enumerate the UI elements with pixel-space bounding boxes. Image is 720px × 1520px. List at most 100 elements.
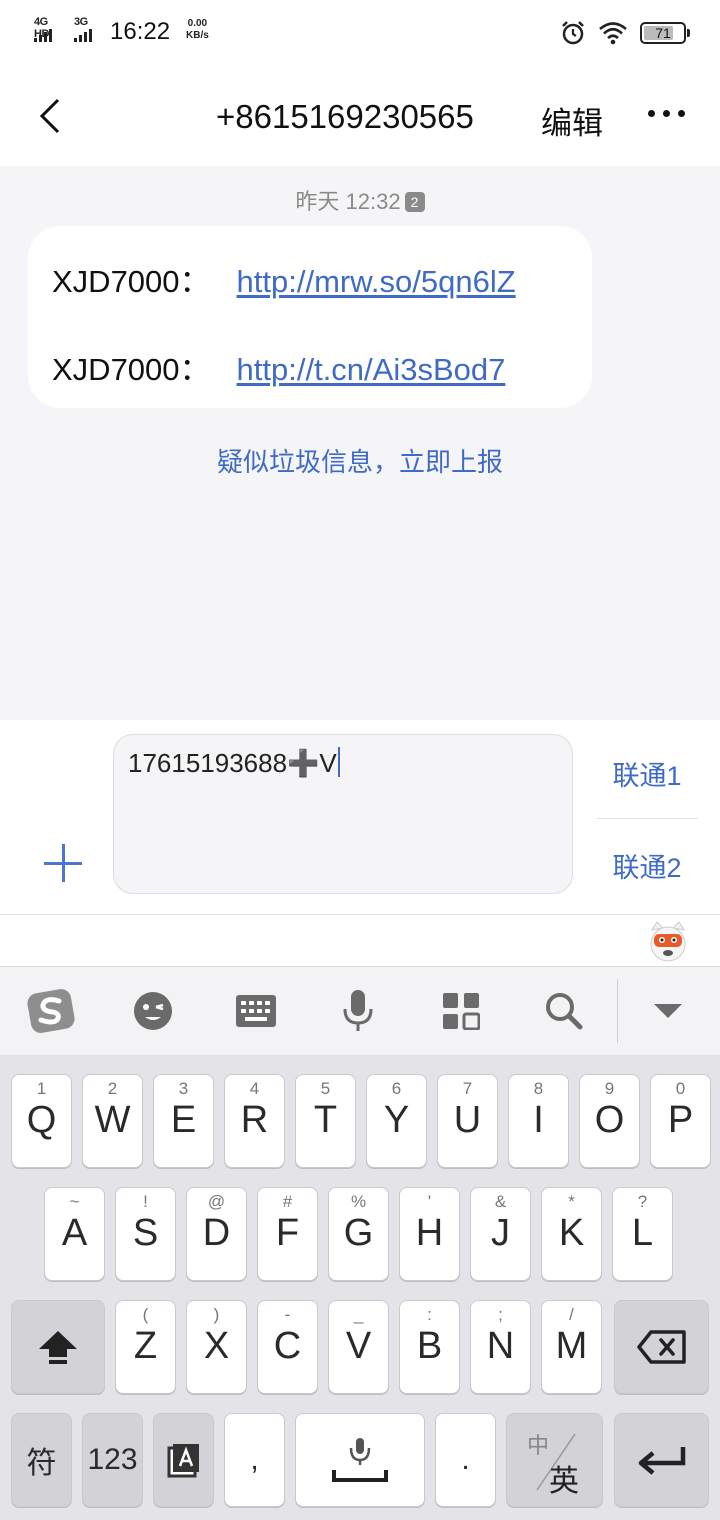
key-p[interactable]: 0P xyxy=(650,1074,711,1168)
key-j[interactable]: & J xyxy=(470,1187,531,1281)
key-a[interactable]: ~ A xyxy=(44,1187,105,1281)
key-x[interactable]: ) X xyxy=(186,1300,247,1394)
voice-input-icon[interactable] xyxy=(334,987,382,1035)
search-icon[interactable] xyxy=(540,987,588,1035)
attach-plus-icon[interactable] xyxy=(44,844,84,884)
contact-phone-number: +8615169230565 xyxy=(216,98,474,135)
key-sub-label: % xyxy=(350,1192,367,1211)
key-sub-label: ) xyxy=(213,1305,220,1324)
key-label: S xyxy=(132,1212,159,1254)
key-o[interactable]: 9O xyxy=(579,1074,640,1168)
key-t[interactable]: 5T xyxy=(295,1074,356,1168)
edit-button[interactable]: 编辑 xyxy=(541,98,603,143)
message-link[interactable]: http://mrw.so/5qn6lZ xyxy=(237,264,516,299)
space-key[interactable] xyxy=(295,1413,425,1507)
key-l[interactable]: ? L xyxy=(612,1187,673,1281)
back-button[interactable] xyxy=(30,92,74,140)
key-f[interactable]: # F xyxy=(257,1187,318,1281)
keyboard-toolbar xyxy=(0,967,720,1055)
clipboard-key[interactable] xyxy=(153,1413,214,1507)
key-label: O xyxy=(594,1099,625,1141)
message-bubble[interactable]: XJD7000： http://mrw.so/5qn6lZ XJD7000： htt… xyxy=(28,226,592,408)
more-options-icon[interactable] xyxy=(648,110,685,117)
key-label: C xyxy=(273,1325,302,1367)
collapse-keyboard-icon[interactable] xyxy=(644,987,692,1035)
key-sub-label: ' xyxy=(427,1192,432,1211)
backspace-icon xyxy=(636,1330,686,1364)
wifi-icon xyxy=(599,22,627,45)
numeric-key[interactable]: 123 xyxy=(82,1413,143,1507)
shift-key[interactable] xyxy=(11,1300,105,1394)
report-spam-link[interactable]: 疑似垃圾信息，立即上报 xyxy=(0,442,720,479)
key-e[interactable]: 3E xyxy=(153,1074,214,1168)
triangle-down-icon xyxy=(654,1004,682,1018)
key-sub-label: ! xyxy=(143,1192,148,1211)
period-key[interactable]: . xyxy=(435,1413,496,1507)
key-b[interactable]: :B xyxy=(399,1300,460,1394)
enter-arrow-icon xyxy=(638,1447,685,1475)
key-sub-label: @ xyxy=(207,1192,226,1211)
key-k[interactable]: * K xyxy=(541,1187,602,1281)
sogou-logo-icon[interactable] xyxy=(27,987,75,1035)
status-bar: 4G HD 3G 16:22 0.00 KB/s 71 xyxy=(0,0,720,66)
backspace-key[interactable] xyxy=(614,1300,709,1394)
keyboard-layout-icon[interactable] xyxy=(232,987,280,1035)
key-v[interactable]: _ V xyxy=(328,1300,389,1394)
key-sub-label: & xyxy=(494,1192,507,1211)
key-s[interactable]: ! S xyxy=(115,1187,176,1281)
enter-key[interactable] xyxy=(614,1413,709,1507)
key-r[interactable]: 4R xyxy=(224,1074,285,1168)
emoji-icon[interactable] xyxy=(129,987,177,1035)
apps-grid-icon[interactable] xyxy=(437,987,485,1035)
key-i[interactable]: 8I xyxy=(508,1074,569,1168)
network-type-label-2: 3G xyxy=(74,16,88,28)
network-speed-value: 0.00 xyxy=(187,18,208,29)
key-z[interactable]: (Z xyxy=(115,1300,176,1394)
key-label: I xyxy=(533,1099,544,1141)
battery-level: 71 xyxy=(655,25,671,41)
network-speed: 0.00 KB/s xyxy=(186,18,209,42)
language-switch-key[interactable]: 中 英 xyxy=(506,1413,603,1507)
comma-key[interactable]: , xyxy=(224,1413,285,1507)
timestamp-text: 昨天 12:32 xyxy=(295,189,401,214)
key-q[interactable]: 1Q xyxy=(11,1074,72,1168)
key-sub-label: - xyxy=(284,1305,291,1324)
sogou-mascot-icon[interactable] xyxy=(648,920,688,962)
key-sub-label: / xyxy=(569,1305,574,1324)
send-sim1-button[interactable]: 联通1 xyxy=(596,754,698,793)
sim-badge: 2 xyxy=(404,192,425,212)
key-n[interactable]: ; N xyxy=(470,1300,531,1394)
key-c[interactable]: -C xyxy=(257,1300,318,1394)
key-h[interactable]: ' H xyxy=(399,1187,460,1281)
key-sub-label: 9 xyxy=(604,1079,615,1098)
key-g[interactable]: % G xyxy=(328,1187,389,1281)
key-sub-label: ( xyxy=(142,1305,149,1324)
key-y[interactable]: 6Y xyxy=(366,1074,427,1168)
key-label: Y xyxy=(383,1099,410,1141)
key-label: V xyxy=(345,1325,372,1367)
key-sub-label: 8 xyxy=(533,1079,544,1098)
key-sub-label: # xyxy=(282,1192,293,1211)
symbol-key[interactable]: 符 xyxy=(11,1413,72,1507)
message-input[interactable]: 17615193688➕V xyxy=(113,734,573,894)
key-label: A xyxy=(61,1212,88,1254)
key-w[interactable]: 2W xyxy=(82,1074,143,1168)
key-u[interactable]: 7U xyxy=(437,1074,498,1168)
microphone-icon xyxy=(343,990,373,1031)
key-sub-label: _ xyxy=(353,1305,364,1324)
key-label: X xyxy=(203,1325,230,1367)
key-sub-label: ? xyxy=(637,1192,648,1211)
sogou-s-icon xyxy=(27,989,75,1033)
key-d[interactable]: @ D xyxy=(186,1187,247,1281)
send-sim2-button[interactable]: 联通2 xyxy=(596,846,698,885)
message-link[interactable]: http://t.cn/Ai3sBod7 xyxy=(237,352,506,387)
chevron-left-icon xyxy=(39,98,60,134)
wink-face-icon xyxy=(134,992,172,1030)
magnifier-icon xyxy=(546,993,583,1030)
key-sub-label: 3 xyxy=(178,1079,189,1098)
key-sub-label: 2 xyxy=(107,1079,118,1098)
key-m[interactable]: / M xyxy=(541,1300,602,1394)
key-label: F xyxy=(275,1212,300,1254)
key-label: H xyxy=(415,1212,444,1254)
message-timestamp: 昨天 12:32 2 xyxy=(0,184,720,216)
